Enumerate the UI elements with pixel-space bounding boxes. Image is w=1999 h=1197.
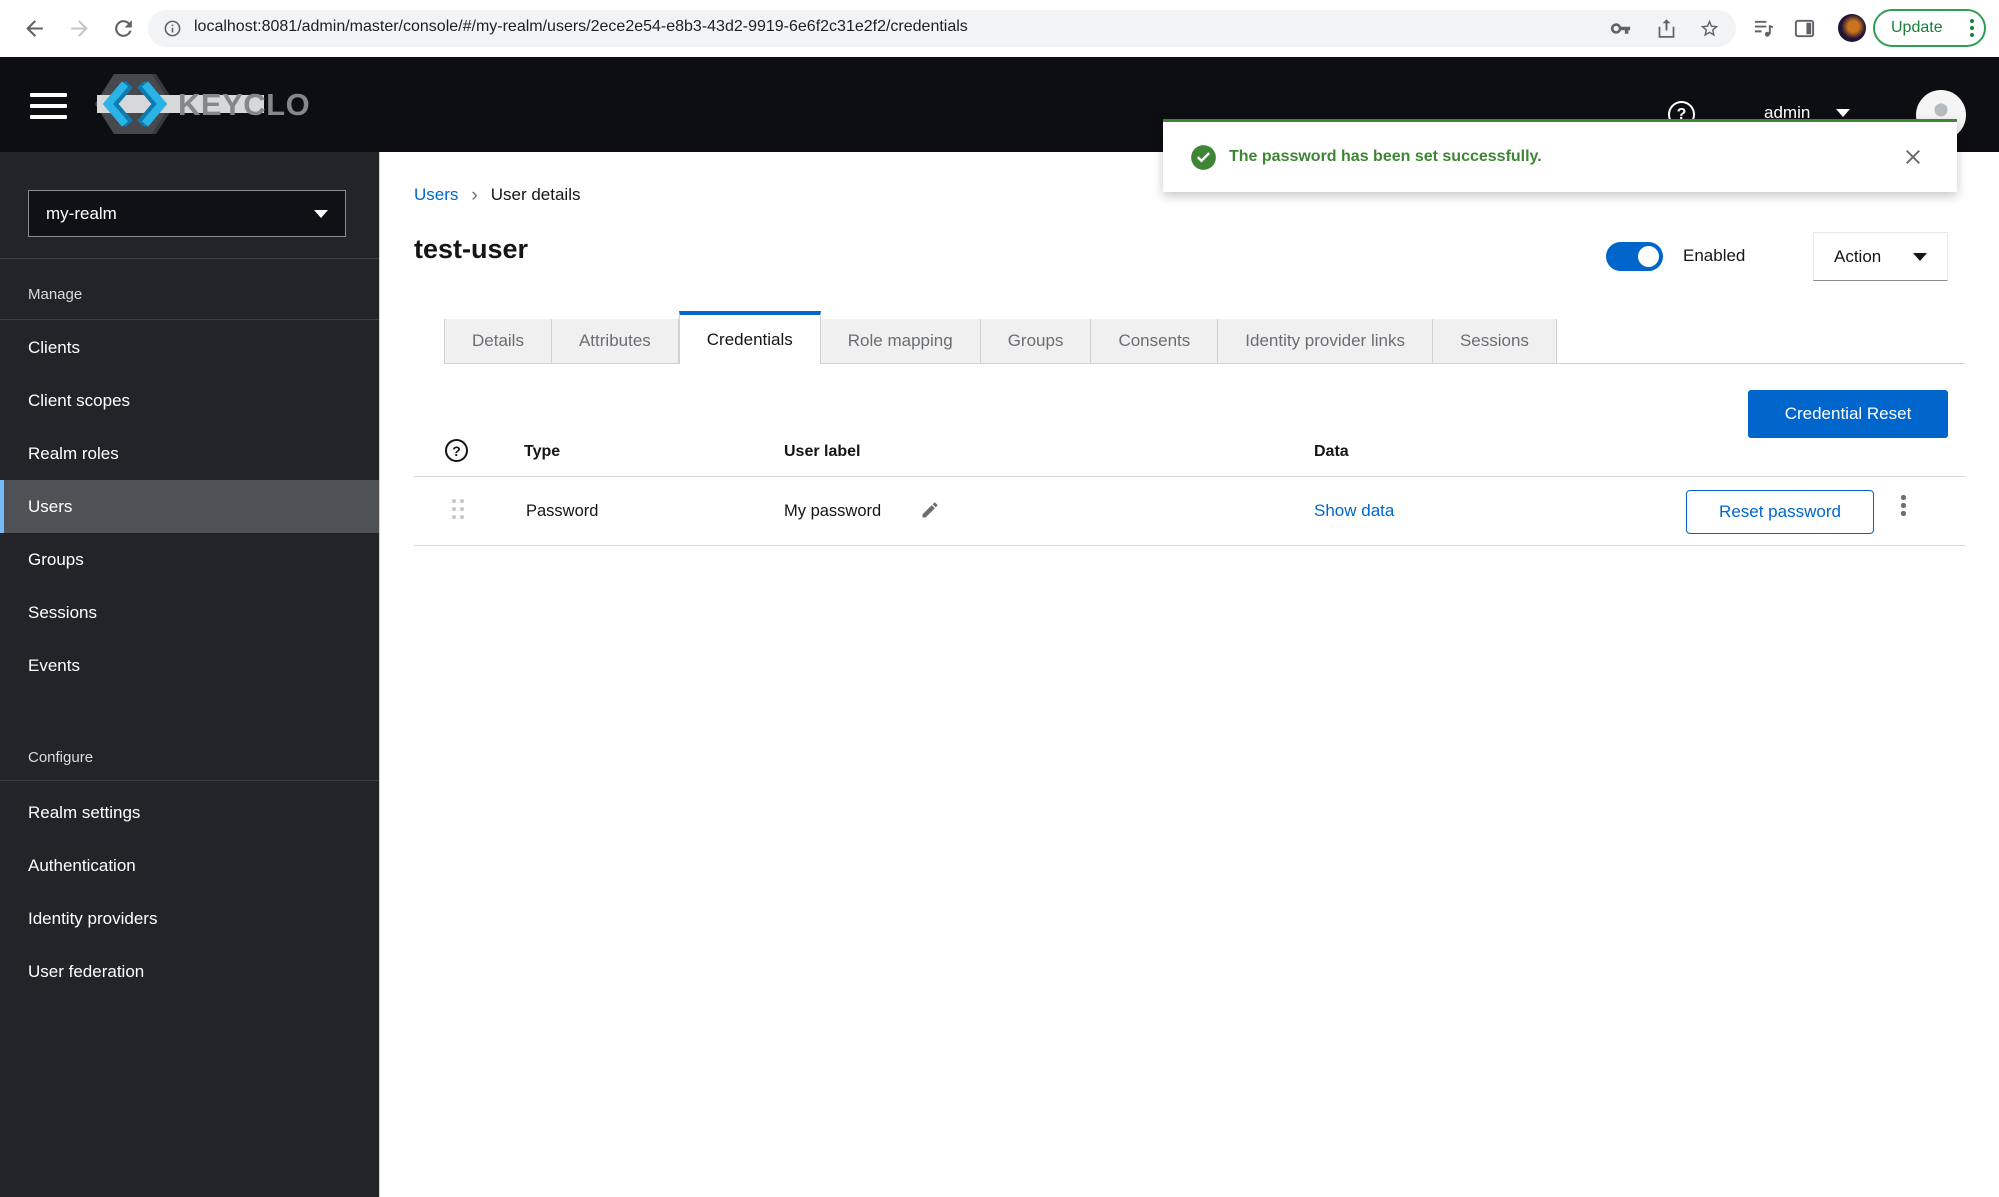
sidebar-item-sessions[interactable]: Sessions xyxy=(0,586,379,639)
chevron-down-icon xyxy=(1836,109,1851,117)
sidebar-item-groups[interactable]: Groups xyxy=(0,533,379,586)
url-text[interactable]: localhost:8081/admin/master/console/#/my… xyxy=(194,18,968,36)
divider xyxy=(414,545,1965,546)
tab-groups[interactable]: Groups xyxy=(980,319,1092,363)
bookmark-star-icon[interactable] xyxy=(1699,18,1720,39)
tab-role-mapping[interactable]: Role mapping xyxy=(820,319,981,363)
action-label: Action xyxy=(1834,246,1882,266)
close-icon[interactable] xyxy=(1901,145,1925,169)
brand-text: KEYCLOAK xyxy=(178,87,309,122)
tab-consents[interactable]: Consents xyxy=(1091,319,1219,363)
realm-selector[interactable]: my-realm xyxy=(28,190,346,237)
tab-details[interactable]: Details xyxy=(444,319,552,363)
breadcrumb-users-link[interactable]: Users xyxy=(414,185,458,205)
page-title: test-user xyxy=(414,234,529,264)
divider xyxy=(0,780,379,781)
address-bar[interactable]: localhost:8081/admin/master/console/#/my… xyxy=(148,10,1736,47)
media-controls-icon[interactable] xyxy=(1752,17,1775,40)
section-label-configure: Configure xyxy=(28,749,94,766)
tab-identity-provider-links[interactable]: Identity provider links xyxy=(1218,319,1433,363)
credentials-table: ? Type User label Data Password My passw… xyxy=(414,430,1965,550)
sidebar-item-realm-settings[interactable]: Realm settings xyxy=(0,786,379,839)
divider xyxy=(414,476,1965,477)
side-panel-icon[interactable] xyxy=(1793,17,1816,40)
browser-reload-icon[interactable] xyxy=(111,16,136,41)
sidebar-item-user-federation[interactable]: User federation xyxy=(0,945,379,998)
password-manager-icon[interactable] xyxy=(1610,18,1631,39)
tab-sessions[interactable]: Sessions xyxy=(1432,319,1557,363)
tab-credentials[interactable]: Credentials xyxy=(678,311,821,364)
manage-nav-list: Clients Client scopes Realm roles Users … xyxy=(0,321,379,692)
column-header-type: Type xyxy=(524,443,561,460)
main-content: Users › User details test-user Enabled A… xyxy=(381,152,1999,1197)
credential-user-label: My password xyxy=(784,502,882,520)
browser-menu-kebab-icon[interactable] xyxy=(1970,19,1974,37)
browser-profile-avatar[interactable] xyxy=(1838,14,1866,42)
sidebar-item-users[interactable]: Users xyxy=(0,480,379,533)
browser-toolbar: localhost:8081/admin/master/console/#/my… xyxy=(0,0,1999,57)
sidebar-item-realm-roles[interactable]: Realm roles xyxy=(0,427,379,480)
browser-update-button[interactable]: Update xyxy=(1873,9,1986,47)
success-check-icon xyxy=(1190,144,1217,171)
enabled-label: Enabled xyxy=(1683,246,1746,265)
divider xyxy=(0,319,379,320)
action-dropdown[interactable]: Action xyxy=(1813,232,1948,281)
section-label-manage: Manage xyxy=(28,286,83,303)
sidebar-item-identity-providers[interactable]: Identity providers xyxy=(0,892,379,945)
toast-message: The password has been set successfully. xyxy=(1229,148,1542,165)
site-info-icon[interactable] xyxy=(163,19,182,38)
sidebar-nav: my-realm Manage Clients Client scopes Re… xyxy=(0,152,380,1197)
credential-type: Password xyxy=(526,502,599,520)
breadcrumb-current: User details xyxy=(490,185,581,204)
tab-bar: Details Attributes Credentials Role mapp… xyxy=(444,311,1965,364)
edit-pencil-icon[interactable] xyxy=(920,500,940,520)
realm-name: my-realm xyxy=(46,203,117,223)
row-kebab-menu-icon[interactable] xyxy=(1901,495,1906,516)
chevron-down-icon xyxy=(314,209,328,218)
chevron-right-icon: › xyxy=(471,184,478,206)
sidebar-item-authentication[interactable]: Authentication xyxy=(0,839,379,892)
update-label: Update xyxy=(1891,19,1943,36)
sidebar-item-events[interactable]: Events xyxy=(0,639,379,692)
configure-nav-list: Realm settings Authentication Identity p… xyxy=(0,786,379,998)
nav-toggle-hamburger-icon[interactable] xyxy=(30,93,67,119)
show-data-link[interactable]: Show data xyxy=(1314,501,1394,521)
sidebar-item-client-scopes[interactable]: Client scopes xyxy=(0,374,379,427)
share-icon[interactable] xyxy=(1656,18,1677,39)
column-header-data: Data xyxy=(1314,443,1349,460)
breadcrumb: Users › User details xyxy=(414,185,581,205)
tab-attributes[interactable]: Attributes xyxy=(551,319,679,363)
column-header-user-label: User label xyxy=(784,443,861,460)
enabled-toggle[interactable] xyxy=(1606,242,1663,271)
keycloak-logo[interactable]: KEYCLOAK xyxy=(94,71,309,137)
chevron-down-icon xyxy=(1913,252,1927,261)
divider xyxy=(0,258,379,259)
drag-handle-icon[interactable] xyxy=(452,499,464,519)
reset-password-button[interactable]: Reset password xyxy=(1686,490,1874,534)
sidebar-item-clients[interactable]: Clients xyxy=(0,321,379,374)
browser-back-icon[interactable] xyxy=(22,16,47,41)
success-toast: The password has been set successfully. xyxy=(1163,119,1957,192)
browser-forward-icon[interactable] xyxy=(67,16,92,41)
help-icon[interactable]: ? xyxy=(445,439,468,462)
